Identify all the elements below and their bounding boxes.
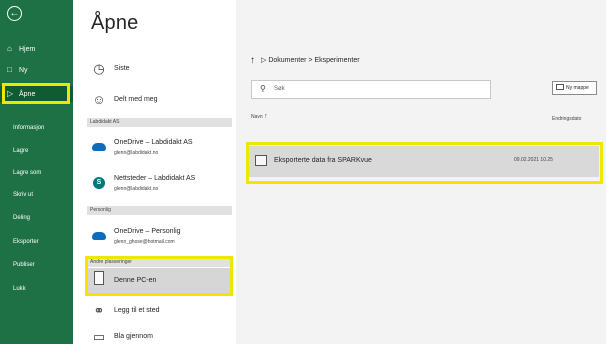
back-arrow-icon[interactable]: ← [7, 6, 22, 21]
section-other: Andre plasseringer [87, 258, 232, 267]
nav-save[interactable]: Lagre [13, 148, 28, 154]
home-icon: ⌂ [7, 44, 12, 53]
nav-item-label: Hjem [19, 46, 36, 53]
nav-item-new[interactable]: □ Ny [0, 62, 73, 78]
up-arrow-icon[interactable]: ↑ [250, 55, 255, 66]
location-sharepoint[interactable]: S Nettsteder – Labdidakt AS glenn@labdid… [87, 173, 232, 195]
open-folder-icon: ▷ [7, 89, 14, 98]
new-folder-button[interactable]: Ny mappe [552, 81, 597, 95]
location-recent[interactable]: ◷ Siste [87, 58, 232, 80]
sort-arrow-icon: ↑ [264, 113, 268, 120]
nav-save-as[interactable]: Lagre som [13, 170, 41, 176]
file-name: Eksporterte data fra SPARKvue [274, 157, 372, 164]
globe-icon: ⚭ [93, 303, 105, 318]
section-labdidakt: Labdidakt AS [87, 118, 232, 127]
section-personal: Personlig [87, 206, 232, 215]
location-onedrive-org[interactable]: OneDrive – Labdidakt AS glenn@labdidakt.… [87, 137, 232, 159]
clock-icon: ◷ [93, 61, 105, 76]
location-email: glenn_ghose@hotmail.com [114, 239, 175, 245]
location-label: Denne PC-en [114, 277, 157, 284]
file-date: 09.02.2021 10.25 [514, 157, 553, 163]
page-title: Åpne [91, 12, 139, 34]
column-header-name[interactable]: Navn ↑ [251, 113, 268, 120]
column-name-label: Navn [251, 114, 263, 120]
search-placeholder: Søk [274, 86, 285, 92]
nav-item-open[interactable]: ▷ Åpne [0, 86, 73, 102]
nav-item-home[interactable]: ⌂ Hjem [0, 41, 73, 57]
location-label: Legg til et sted [114, 307, 160, 314]
location-browse[interactable]: ▭ Bla gjennom [87, 326, 232, 348]
breadcrumb-path[interactable]: Dokumenter > Eksperimenter [268, 57, 359, 64]
new-document-icon: □ [7, 65, 12, 74]
location-add-place[interactable]: ⚭ Legg til et sted [87, 300, 232, 322]
folder-icon [255, 155, 267, 166]
backstage-nav: ← ⌂ Hjem □ Ny ▷ Åpne Informasjon Lagre Lagr… [0, 0, 73, 344]
folder-icon: ▭ [92, 329, 106, 344]
nav-info[interactable]: Informasjon [13, 125, 44, 131]
nav-close[interactable]: Lukk [13, 286, 26, 292]
location-onedrive-personal[interactable]: OneDrive – Personlig glenn_ghose@hotmail… [87, 226, 232, 248]
computer-icon [94, 271, 104, 285]
location-this-pc[interactable]: Denne PC-en [87, 268, 232, 293]
nav-export[interactable]: Eksporter [13, 239, 39, 245]
onedrive-icon [92, 232, 106, 240]
breadcrumb: ↑ ▷ Dokumenter > Eksperimenter [250, 55, 360, 66]
location-shared[interactable]: ☺ Delt med meg [87, 89, 232, 111]
onedrive-icon [92, 143, 106, 151]
location-label: Bla gjennom [114, 333, 153, 340]
nav-item-label: Åpne [19, 91, 36, 98]
search-icon: ⚲ [260, 84, 266, 93]
nav-print[interactable]: Skriv ut [13, 192, 33, 198]
location-label: Siste [114, 65, 130, 72]
new-folder-icon [556, 84, 564, 90]
nav-item-label: Ny [19, 67, 28, 74]
location-label: OneDrive – Labdidakt AS [114, 139, 193, 146]
people-icon: ☺ [92, 92, 106, 107]
folder-icon: ▷ [261, 57, 267, 64]
nav-publish[interactable]: Publiser [13, 262, 35, 268]
location-email: glenn@labdidakt.no [114, 186, 159, 192]
table-row[interactable]: Eksporterte data fra SPARKvue 09.02.2021… [248, 146, 599, 177]
search-input[interactable]: ⚲ Søk [251, 80, 491, 99]
location-email: glenn@labdidakt.no [114, 150, 159, 156]
nav-share[interactable]: Deling [13, 215, 30, 221]
location-label: OneDrive – Personlig [114, 228, 181, 235]
location-label: Delt med meg [114, 96, 158, 103]
location-label: Nettsteder – Labdidakt AS [114, 175, 196, 182]
sharepoint-icon: S [93, 177, 105, 189]
column-header-date[interactable]: Endringsdato [552, 116, 581, 122]
new-folder-label: Ny mappe [566, 85, 589, 91]
